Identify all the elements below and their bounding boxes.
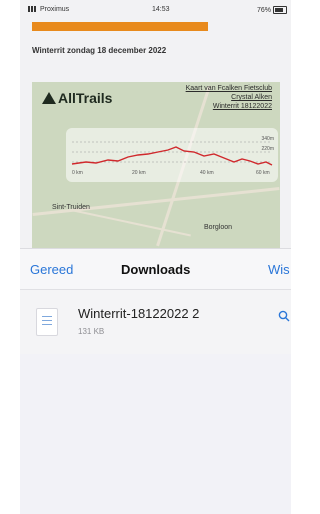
elevation-line: [71, 146, 273, 166]
elevation-profile: 340m 220m 0 km 20 km 40 km 60 km: [66, 128, 278, 182]
alltrails-wordmark: AllTrails: [58, 90, 113, 106]
document-icon-line: [42, 320, 52, 321]
place-label: Borgloon: [204, 224, 233, 231]
page-progress-bar: [32, 22, 208, 31]
document-icon: [36, 308, 58, 336]
downloads-sheet: Gereed Downloads Wis Winterrit-18122022 …: [20, 248, 291, 514]
document-icon-line: [42, 324, 52, 325]
map-link[interactable]: Crystal Alken: [186, 93, 272, 102]
sheet-title: Downloads: [121, 262, 191, 277]
elevation-label: 340m: [261, 136, 274, 142]
mountain-icon: [42, 92, 56, 104]
distance-label: 40 km: [200, 170, 214, 176]
elevation-label: 220m: [261, 146, 274, 152]
place-label: Sint-Truiden: [52, 204, 90, 211]
map-link[interactable]: Kaart van Fcalken Fietsclub: [186, 84, 272, 93]
magnifier-icon[interactable]: [278, 310, 290, 325]
distance-label: 0 km: [72, 170, 83, 176]
magnifier-glyph: [278, 310, 290, 322]
battery: 76%: [257, 6, 287, 14]
document-title: Winterrit zondag 18 december 2022: [32, 46, 167, 55]
battery-icon: [273, 6, 287, 14]
clock: 14:53: [152, 6, 170, 13]
status-bar: Proximus 14:53 76%: [20, 6, 291, 18]
battery-label: 76%: [256, 6, 271, 14]
download-item[interactable]: Winterrit-18122022 2 131 KB: [20, 290, 291, 354]
distance-label: 20 km: [132, 170, 146, 176]
map-link[interactable]: Winterrit 18122022: [186, 102, 272, 111]
sheet-nav-bar: Gereed Downloads Wis: [20, 249, 291, 290]
route-map[interactable]: AllTrails Kaart van Fcalken Fietsclub Cr…: [32, 82, 280, 250]
clear-button[interactable]: Wis: [268, 262, 290, 277]
alltrails-logo: AllTrails: [42, 90, 112, 106]
file-size: 131 KB: [78, 327, 105, 336]
map-road: [32, 187, 280, 216]
document-icon-line: [42, 316, 52, 317]
carrier-label: Proximus: [40, 6, 70, 13]
map-links: Kaart van Fcalken Fietsclub Crystal Alke…: [186, 84, 272, 111]
file-name: Winterrit-18122022 2: [78, 306, 200, 321]
carrier: Proximus: [28, 6, 69, 13]
distance-label: 60 km: [256, 170, 270, 176]
phone-screen: Proximus 14:53 76% Winterrit zondag 18 d…: [20, 0, 291, 514]
elevation-chart: [71, 141, 273, 166]
map-road: [73, 209, 191, 237]
done-button[interactable]: Gereed: [30, 262, 73, 277]
signal-icon: [28, 6, 38, 13]
